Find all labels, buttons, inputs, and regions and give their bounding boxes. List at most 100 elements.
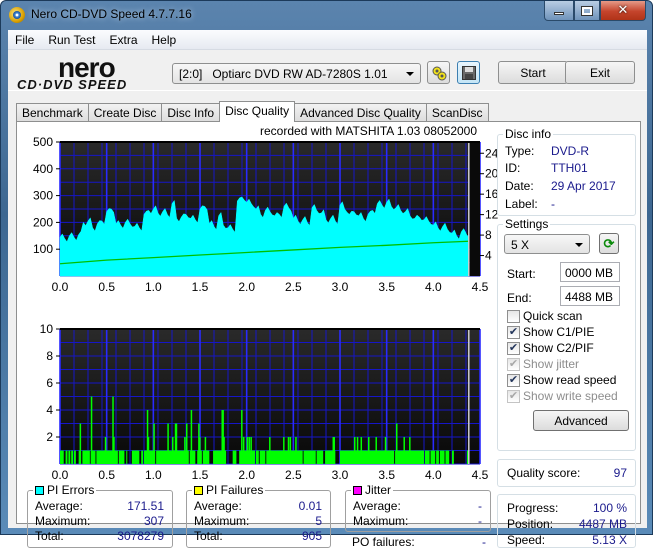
show-c2-pif-checkbox[interactable]: ✔ Show C2/PIF bbox=[507, 341, 594, 355]
show-c1-pie-checkbox[interactable]: ✔ Show C1/PIE bbox=[507, 325, 594, 339]
pi-failures-average-value: 0.01 bbox=[298, 499, 322, 513]
y-tick-label: 200 bbox=[33, 215, 53, 229]
jitter-maximum-value: - bbox=[478, 514, 482, 528]
x-tick-label: 1.0 bbox=[145, 280, 162, 294]
quick-scan-label: Quick scan bbox=[523, 309, 583, 323]
pi-failure-spike bbox=[354, 437, 356, 464]
type-label: Type: bbox=[505, 144, 535, 158]
y-tick-label: 2 bbox=[46, 430, 53, 444]
title-bar[interactable]: Nero CD-DVD Speed 4.7.7.16 ✕ bbox=[1, 1, 652, 29]
x-tick-label: 0.0 bbox=[52, 468, 69, 482]
tab-disc-info[interactable]: Disc Info bbox=[161, 103, 221, 122]
pi-failure-bar bbox=[445, 450, 450, 464]
progress-value: 100 % bbox=[592, 501, 627, 515]
save-button[interactable] bbox=[457, 61, 480, 84]
checkbox-box[interactable] bbox=[507, 309, 520, 323]
x-tick-label: 4.0 bbox=[425, 280, 442, 294]
x-tick-label: 0.5 bbox=[98, 468, 115, 482]
x-tick-label: 1.5 bbox=[192, 280, 209, 294]
drive-select[interactable]: [2:0] Optiarc DVD RW AD-7280S 1.01 bbox=[172, 63, 421, 84]
settings-title: Settings bbox=[503, 217, 551, 231]
pi-failure-spike bbox=[204, 437, 207, 464]
x-tick-label: 2.5 bbox=[285, 468, 302, 482]
checkmark-icon: ✔ bbox=[507, 389, 520, 403]
tab-benchmark[interactable]: Benchmark bbox=[16, 103, 89, 122]
x-tick-label: 2.0 bbox=[238, 468, 255, 482]
pi-errors-total-value: 3078279 bbox=[117, 529, 164, 543]
tab-advanced-disc-quality[interactable]: Advanced Disc Quality bbox=[294, 103, 427, 122]
pi-failure-spike bbox=[167, 423, 169, 464]
maximize-button[interactable] bbox=[574, 1, 600, 21]
x-tick-label: 1.0 bbox=[145, 468, 162, 482]
pi-failure-bar bbox=[316, 450, 324, 464]
pi-failures-maximum-label: Maximum: bbox=[194, 514, 250, 528]
pi-failure-spike bbox=[295, 437, 297, 464]
pi-failures-title-text: PI Failures bbox=[206, 483, 264, 497]
maximize-icon bbox=[581, 5, 593, 16]
refresh-button[interactable]: ⟳ bbox=[599, 233, 619, 254]
exit-button[interactable]: Exit bbox=[565, 61, 635, 84]
pi-failure-spike bbox=[190, 410, 193, 464]
refresh-icon: ⟳ bbox=[603, 235, 615, 251]
y-tick-label: 4 bbox=[46, 403, 53, 417]
tab-disc-quality[interactable]: Disc Quality bbox=[219, 101, 296, 122]
menu-help[interactable]: Help bbox=[145, 30, 184, 49]
checkmark-icon[interactable]: ✔ bbox=[507, 341, 520, 355]
checkmark-icon[interactable]: ✔ bbox=[507, 325, 520, 339]
pi-failure-bar bbox=[189, 450, 196, 464]
pi-failure-spike bbox=[356, 437, 359, 464]
pi-failure-bar bbox=[65, 450, 68, 464]
y2-tick-label: 8 bbox=[485, 228, 492, 242]
menu-run-test[interactable]: Run Test bbox=[41, 30, 102, 49]
drive-info-button[interactable] bbox=[427, 61, 450, 84]
pi-failure-spike bbox=[104, 437, 107, 464]
window-title: Nero CD-DVD Speed 4.7.7.16 bbox=[31, 7, 192, 21]
show-read-speed-checkbox[interactable]: ✔ Show read speed bbox=[507, 373, 616, 387]
menu-file[interactable]: File bbox=[8, 30, 41, 49]
end-input[interactable] bbox=[560, 286, 620, 306]
start-input[interactable] bbox=[560, 262, 620, 282]
pi-failure-spike bbox=[175, 423, 178, 464]
pi-errors-maximum-value: 307 bbox=[143, 514, 164, 528]
pi-failure-bar bbox=[232, 450, 237, 464]
pi-failure-bar bbox=[131, 450, 140, 464]
menu-extra[interactable]: Extra bbox=[102, 30, 144, 49]
quick-scan-checkbox[interactable]: Quick scan bbox=[507, 309, 582, 323]
po-failures-value: - bbox=[482, 535, 486, 549]
label-value: - bbox=[551, 197, 555, 211]
close-button[interactable]: ✕ bbox=[600, 1, 646, 21]
start-button[interactable]: Start bbox=[498, 61, 568, 84]
x-tick-label: 3.0 bbox=[332, 280, 349, 294]
pi-failure-spike bbox=[153, 423, 155, 464]
pi-failure-spike bbox=[186, 423, 188, 464]
pi-failure-spike bbox=[368, 437, 370, 464]
pi-failure-spike bbox=[172, 437, 174, 464]
pi-failures-group: PI Failures Average: 0.01 Maximum: 5 Tot… bbox=[186, 483, 331, 548]
jitter-title: Jitter bbox=[351, 483, 394, 497]
show-c1-pie-label: Show C1/PIE bbox=[523, 325, 595, 339]
pi-failure-bar bbox=[74, 450, 76, 464]
pi-failure-spike bbox=[184, 437, 186, 464]
pi-failure-bar bbox=[126, 450, 128, 464]
x-tick-label: 4.5 bbox=[472, 468, 489, 482]
pi-failure-spike bbox=[384, 437, 387, 464]
pi-errors-chart: 10020030040050048121620240.0 0.5 1.0 1.5 2.0… bbox=[33, 135, 499, 294]
pi-errors-maximum-label: Maximum: bbox=[35, 514, 91, 528]
settings-group: Settings 5 X ⟳ Start: End: Quick scan ✔S… bbox=[497, 217, 636, 451]
chevron-down-icon bbox=[575, 243, 583, 247]
x-tick-label: 0.0 bbox=[52, 280, 69, 294]
pi-errors-title-text: PI Errors bbox=[47, 483, 95, 497]
advanced-button[interactable]: Advanced bbox=[533, 410, 629, 431]
pi-failure-spike bbox=[223, 437, 225, 464]
show-c2-pif-label: Show C2/PIF bbox=[523, 341, 594, 355]
checkmark-icon[interactable]: ✔ bbox=[507, 373, 520, 387]
pi-failure-bar bbox=[303, 450, 316, 464]
minimize-button[interactable] bbox=[544, 1, 574, 21]
pi-failures-color-swatch bbox=[194, 486, 203, 495]
pi-failure-bar bbox=[439, 450, 445, 464]
tab-scandisc[interactable]: ScanDisc bbox=[425, 103, 489, 122]
x-tick-label: 1.5 bbox=[192, 468, 209, 482]
speed-select[interactable]: 5 X bbox=[504, 234, 590, 254]
show-jitter-checkbox: ✔ Show jitter bbox=[507, 357, 579, 371]
tab-create-disc[interactable]: Create Disc bbox=[87, 103, 163, 122]
